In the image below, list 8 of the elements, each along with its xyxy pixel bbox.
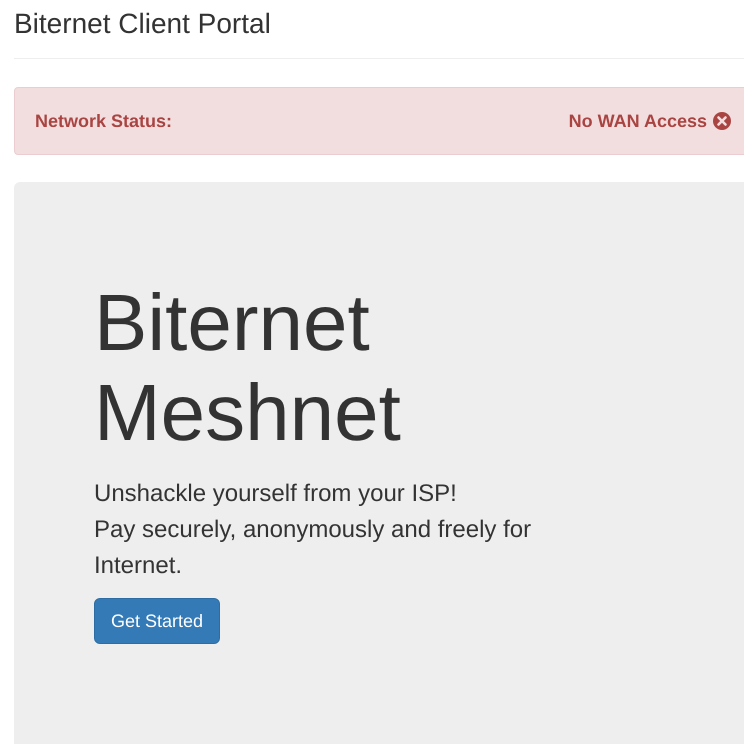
get-started-button[interactable]: Get Started (94, 598, 220, 644)
page-title: Biternet Client Portal (14, 7, 271, 41)
close-circle-icon (713, 112, 731, 130)
hero-text: Pay securely, anonymously and freely for Internet. (94, 515, 532, 581)
hero-heading: Biternet Meshnet (94, 278, 401, 458)
hero-text: Unshackle yourself from your ISP! (94, 479, 458, 509)
status-value: No WAN Access (568, 110, 707, 132)
status-label: Network Status: (35, 110, 172, 132)
